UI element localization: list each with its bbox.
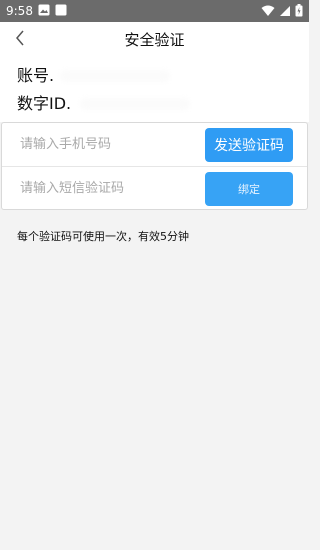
account-value-mask xyxy=(60,70,170,82)
status-time: 9:58 xyxy=(6,4,33,18)
digital-id-label: 数字ID. xyxy=(17,94,72,113)
square-icon xyxy=(55,4,67,16)
page-title: 安全验证 xyxy=(124,31,185,49)
bind-button[interactable]: 绑定 xyxy=(205,172,293,206)
status-bar: 9:58 xyxy=(0,0,309,22)
wifi-icon xyxy=(261,5,275,17)
battery-charging-icon xyxy=(295,4,303,17)
sms-row: 绑定 xyxy=(2,167,307,210)
account-info: 账号. 数字ID. xyxy=(0,58,309,122)
status-left-icons xyxy=(38,4,67,16)
header: 安全验证 xyxy=(0,22,309,58)
sms-code-input[interactable] xyxy=(12,173,208,203)
account-label: 账号. xyxy=(17,66,55,85)
digital-id-value-mask xyxy=(80,98,190,110)
validity-note: 每个验证码可使用一次，有效5分钟 xyxy=(17,230,189,243)
phone-input[interactable] xyxy=(12,129,208,159)
signal-icon xyxy=(279,5,291,17)
phone-row: 发送验证码 xyxy=(2,123,307,167)
send-code-button[interactable]: 发送验证码 xyxy=(205,128,293,162)
status-right-icons xyxy=(261,4,303,17)
image-icon xyxy=(38,4,50,16)
verification-form: 发送验证码 绑定 xyxy=(1,122,308,210)
